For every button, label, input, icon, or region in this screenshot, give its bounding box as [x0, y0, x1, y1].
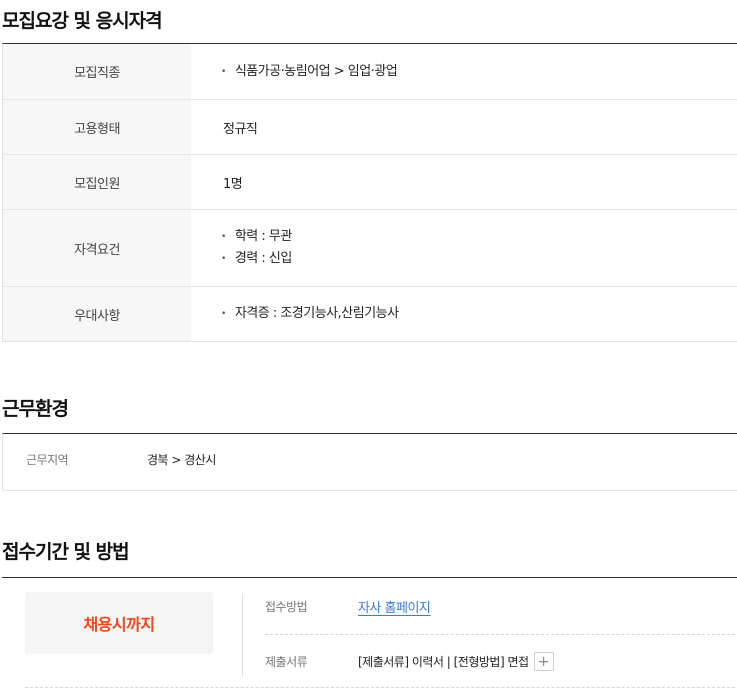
list-item: 학력 : 무관	[221, 226, 737, 248]
row-value-qualifications: 학력 : 무관 경력 : 신입	[191, 210, 737, 286]
divider	[265, 634, 737, 635]
table-row: 자격요건 학력 : 무관 경력 : 신입	[3, 210, 737, 287]
work-region-label: 근무지역	[26, 452, 69, 467]
expand-plus-button[interactable]: +	[533, 652, 554, 671]
submit-docs-label: 제출서류	[265, 655, 308, 669]
row-value-headcount: 1명	[191, 155, 737, 209]
divider	[25, 687, 737, 688]
company-homepage-link[interactable]: 자사 홈페이지	[358, 597, 431, 616]
apply-box: 채용시까지 접수방법 자사 홈페이지 제출서류 [제출서류] 이력서 | [전형…	[2, 577, 737, 691]
row-header-preferences: 우대사항	[3, 287, 191, 341]
apply-method-label: 접수방법	[265, 600, 308, 614]
submit-docs-row: 제출서류 [제출서류] 이력서 | [전형방법] 면접 +	[265, 652, 554, 671]
submit-docs-value: [제출서류] 이력서 | [전형방법] 면접	[358, 655, 529, 669]
apply-method-row: 접수방법 자사 홈페이지	[265, 597, 431, 616]
row-header-headcount: 모집인원	[3, 155, 191, 209]
work-section-title: 근무환경	[2, 398, 69, 420]
headcount-value: 1명	[223, 176, 243, 192]
work-environment-box: 근무지역 경북 > 경산시	[2, 433, 737, 491]
row-value-job-type: 식품가공·농림어업 > 임업·광업	[191, 44, 737, 99]
recruit-table: 모집직종 식품가공·농림어업 > 임업·광업 고용형태 정규직 모집인원 1명 …	[2, 43, 737, 342]
table-row: 모집인원 1명	[3, 155, 737, 210]
table-row: 우대사항 자격증 : 조경기능사,산림기능사	[3, 287, 737, 341]
row-header-job-type: 모집직종	[3, 44, 191, 99]
employment-type-value: 정규직	[223, 121, 258, 137]
list-item: 자격증 : 조경기능사,산림기능사	[221, 303, 737, 325]
table-row: 고용형태 정규직	[3, 100, 737, 155]
table-row: 모집직종 식품가공·농림어업 > 임업·광업	[3, 44, 737, 100]
deadline-badge: 채용시까지	[25, 592, 213, 654]
row-value-preferences: 자격증 : 조경기능사,산림기능사	[191, 287, 737, 341]
row-header-employment-type: 고용형태	[3, 100, 191, 154]
recruit-section-title: 모집요강 및 응시자격	[2, 10, 163, 32]
row-value-employment-type: 정규직	[191, 100, 737, 154]
list-item: 식품가공·농림어업 > 임업·광업	[221, 61, 737, 83]
row-header-qualifications: 자격요건	[3, 210, 191, 286]
apply-section-title: 접수기간 및 방법	[2, 541, 130, 563]
divider	[242, 594, 243, 677]
list-item: 경력 : 신입	[221, 248, 737, 270]
work-region-value: 경북 > 경산시	[147, 452, 216, 467]
